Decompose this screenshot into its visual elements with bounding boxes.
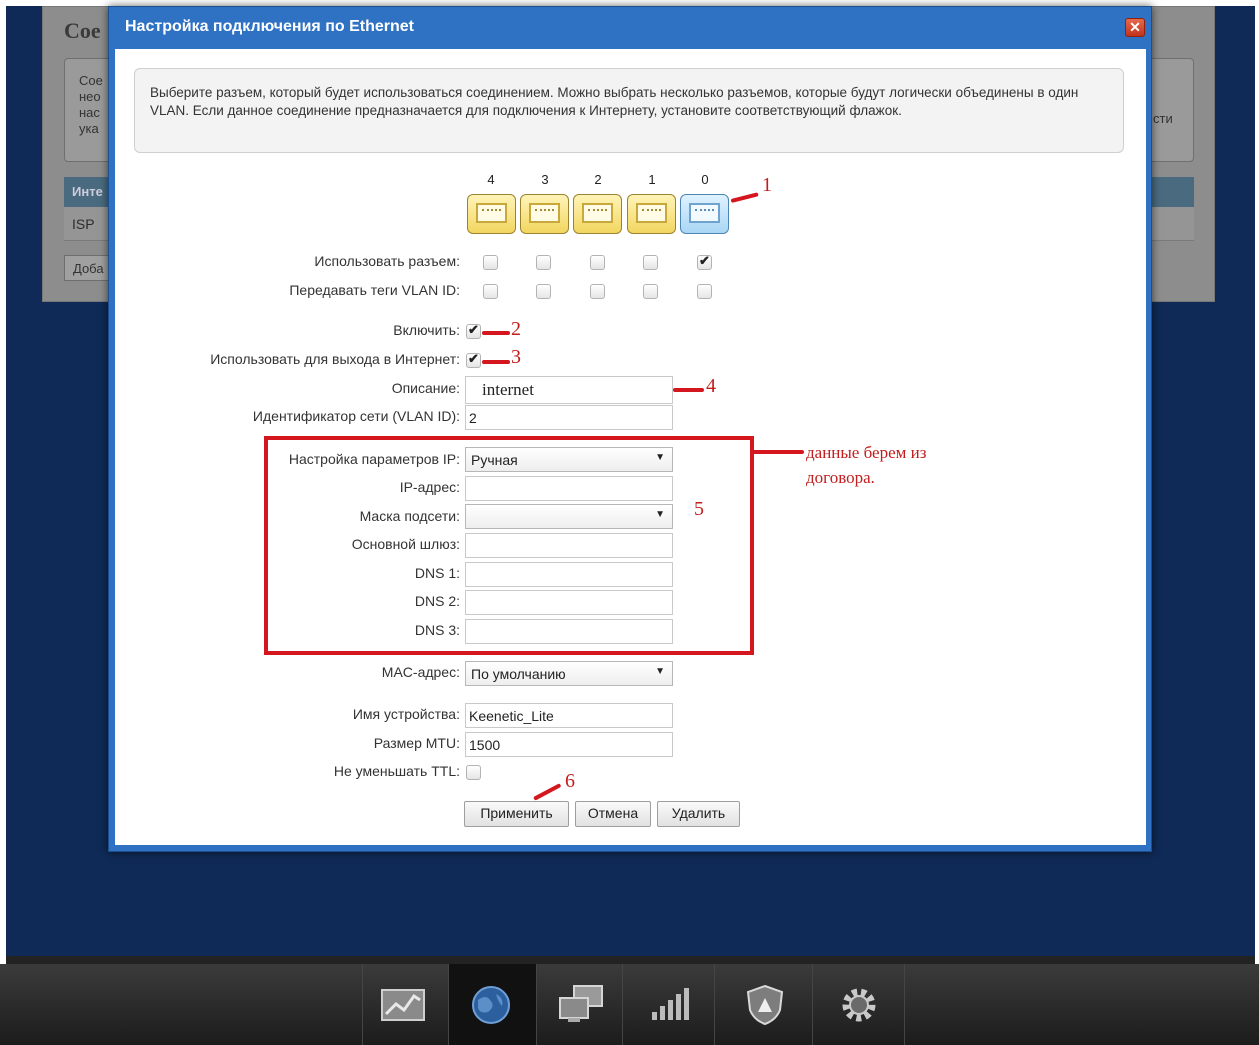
annotation-3: 3 — [511, 346, 521, 368]
vlan-tags-4-checkbox[interactable] — [483, 284, 498, 299]
port-label-1: 1 — [648, 172, 656, 187]
cancel-button[interactable]: Отмена — [575, 801, 651, 827]
checkmark-icon: ✔ — [468, 351, 479, 366]
close-icon[interactable]: ✕ — [1125, 18, 1145, 37]
monitoring-icon[interactable] — [378, 982, 428, 1028]
annotation-5: 5 — [694, 498, 704, 520]
description-label: Описание: — [391, 380, 460, 396]
enable-checkbox[interactable]: ✔ — [466, 322, 481, 339]
vlan-tags-0-checkbox[interactable] — [697, 284, 712, 299]
delete-button[interactable]: Удалить — [657, 801, 740, 827]
vlan-id-field[interactable]: 2 — [465, 405, 673, 430]
wifi-signal-icon[interactable] — [644, 982, 694, 1028]
ethernet-port-0-icon — [680, 194, 729, 234]
annotation-line-2 — [482, 331, 510, 335]
annotation-note: данные берем из договора. — [806, 443, 927, 487]
annotation-box-5 — [264, 436, 754, 655]
apply-button[interactable]: Применить — [464, 801, 569, 827]
annotation-line-3 — [482, 360, 510, 364]
dialog-title: Настройка подключения по Ethernet — [125, 18, 414, 35]
ethernet-port-1-icon — [627, 194, 676, 234]
use-port-1-checkbox[interactable] — [643, 255, 658, 270]
ttl-label: Не уменьшать TTL: — [333, 763, 460, 779]
mac-select[interactable]: По умолчанию ▼ — [465, 661, 673, 686]
internet-globe-icon[interactable] — [466, 982, 516, 1028]
use-port-3-checkbox[interactable] — [536, 255, 551, 270]
annotation-6: 6 — [565, 770, 575, 792]
annotation-1: 1 — [762, 174, 772, 196]
bottom-taskbar — [0, 964, 1259, 1045]
description-field[interactable]: internet — [465, 376, 673, 404]
use-port-2-checkbox[interactable] — [590, 255, 605, 270]
vlan-tags-3-checkbox[interactable] — [536, 284, 551, 299]
port-label-0: 0 — [701, 172, 709, 187]
annotation-2: 2 — [511, 318, 521, 340]
port-label-3: 3 — [541, 172, 549, 187]
use-port-4-checkbox[interactable] — [483, 255, 498, 270]
page-title: Сое — [64, 18, 101, 43]
mac-label: MAC-адрес: — [381, 664, 460, 680]
settings-gear-icon[interactable] — [834, 982, 884, 1028]
background-strip — [6, 956, 1255, 964]
mtu-field[interactable]: 1500 — [465, 732, 673, 757]
screen: Сое Сое нео нас ука сти Инте ISP Доба На… — [0, 0, 1259, 1045]
device-name-label: Имя устройства: — [352, 706, 460, 722]
use-port-0-checkbox[interactable]: ✔ — [697, 253, 712, 270]
info-box: Выберите разъем, который будет использов… — [134, 68, 1124, 153]
enable-label: Включить: — [393, 322, 460, 338]
annotation-line-4 — [673, 388, 704, 392]
ethernet-port-3-icon — [520, 194, 569, 234]
ttl-checkbox[interactable] — [466, 765, 481, 780]
vlan-tags-2-checkbox[interactable] — [590, 284, 605, 299]
chevron-down-icon: ▼ — [655, 666, 665, 677]
use-port-label: Использовать разъем: — [314, 253, 460, 269]
ethernet-port-2-icon — [573, 194, 622, 234]
device-name-field[interactable]: Keenetic_Lite — [465, 703, 673, 728]
checkmark-icon: ✔ — [699, 253, 710, 268]
annotation-4: 4 — [706, 375, 716, 397]
connections-description-tail: сти — [1153, 111, 1173, 126]
internet-checkbox[interactable]: ✔ — [466, 351, 481, 368]
port-label-2: 2 — [594, 172, 602, 187]
vlan-tags-1-checkbox[interactable] — [643, 284, 658, 299]
internet-label: Использовать для выхода в Интернет: — [210, 351, 460, 367]
vlan-tags-label: Передавать теги VLAN ID: — [289, 282, 460, 298]
vlan-id-label: Идентификатор сети (VLAN ID): — [252, 408, 460, 424]
network-computers-icon[interactable] — [556, 982, 606, 1028]
checkmark-icon: ✔ — [468, 322, 479, 337]
mtu-label: Размер MTU: — [373, 735, 460, 751]
port-label-4: 4 — [487, 172, 495, 187]
info-text: Выберите разъем, который будет использов… — [150, 85, 1079, 118]
ethernet-port-4-icon — [467, 194, 516, 234]
security-shield-icon[interactable] — [740, 982, 790, 1028]
annotation-line-note — [752, 450, 804, 454]
